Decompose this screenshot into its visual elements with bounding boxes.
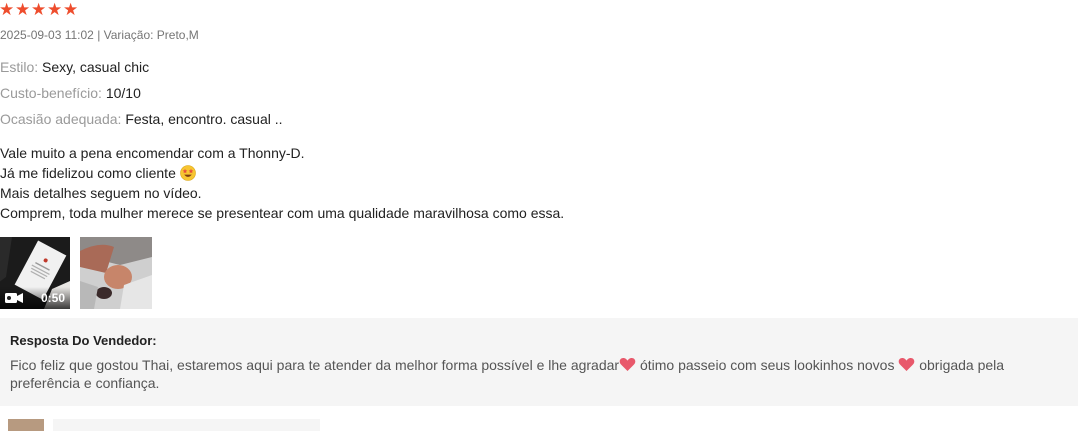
star-icon: ★ [0, 0, 15, 19]
field-label: Estilo: [0, 59, 39, 75]
star-icon: ★ [63, 0, 79, 19]
video-camera-icon [5, 293, 23, 303]
review-line-with-emoji: Já me fidelizou como cliente [0, 163, 564, 183]
star-struck-emoji-icon [179, 165, 196, 181]
seller-reply-segment: Fico feliz que gostou Thai, estaremos aq… [10, 357, 620, 373]
seller-reply-segment: ótimo passeio com seus lookinhos novos [636, 357, 899, 373]
field-value: Sexy, casual chic [42, 59, 150, 75]
field-value: 10/10 [105, 85, 141, 101]
next-review-card [53, 419, 320, 431]
rating-stars: ★ ★ ★ ★ ★ [0, 0, 79, 19]
seller-reply-title: Resposta Do Vendedor: [10, 333, 157, 348]
field-style: Estilo: Sexy, casual chic [0, 59, 149, 75]
review-line: Vale muito a pena encomendar com a Thonn… [0, 145, 305, 161]
seller-reply-text: Fico feliz que gostou Thai, estaremos aq… [10, 356, 1030, 392]
star-icon: ★ [15, 0, 31, 19]
star-icon: ★ [47, 0, 63, 19]
review-line: Mais detalhes seguem no vídeo. [0, 185, 202, 201]
field-value-for-money: Custo-benefício: 10/10 [0, 85, 141, 101]
seller-reply: Resposta Do Vendedor: Fico feliz que gos… [0, 318, 1078, 406]
review-line: Já me fidelizou como cliente [0, 165, 176, 181]
heart-icon [899, 358, 915, 371]
review-line: Comprem, toda mulher merece se presentea… [0, 205, 565, 221]
field-label: Custo-benefício: [0, 85, 102, 101]
next-reviewer-avatar [8, 419, 44, 431]
video-duration: 0:50 [40, 291, 65, 305]
field-value: Festa, encontro. casual .. [125, 111, 283, 127]
star-icon: ★ [31, 0, 47, 19]
heart-icon [619, 358, 636, 371]
field-occasion: Ocasião adequada: Festa, encontro. casua… [0, 111, 283, 127]
review-image-thumbnail[interactable] [80, 237, 152, 309]
review-photo-image [80, 237, 152, 309]
review-video-thumbnail[interactable]: 0:50 [0, 237, 70, 309]
field-label: Ocasião adequada: [0, 111, 122, 127]
review-meta: 2025-09-03 11:02 | Variação: Preto,M [0, 28, 199, 42]
review-body: Vale muito a pena encomendar com a Thonn… [0, 143, 564, 223]
